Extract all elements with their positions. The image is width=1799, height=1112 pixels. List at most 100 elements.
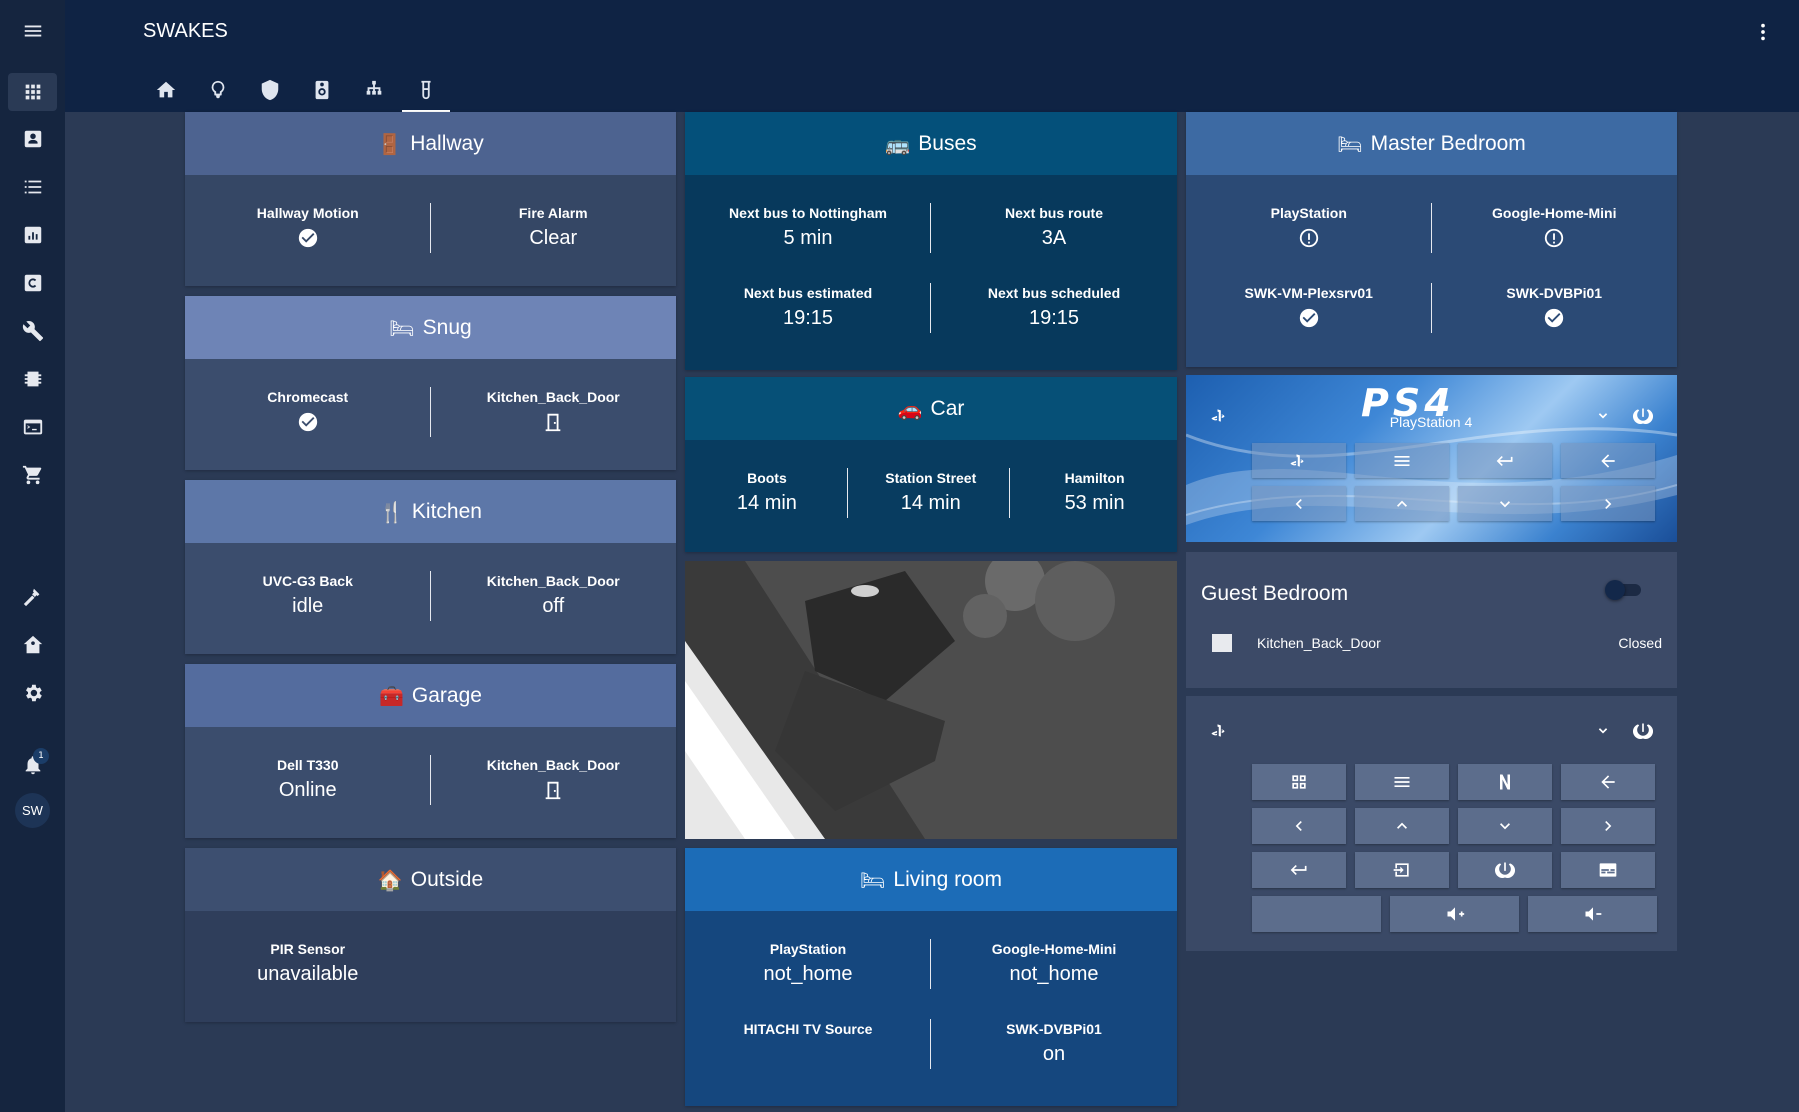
swk-vm-plexsrv01-entity[interactable]: SWK-VM-Plexsrv01 — [1186, 285, 1432, 334]
tab-security[interactable] — [244, 68, 296, 112]
left-button[interactable] — [1252, 808, 1346, 844]
menu-button[interactable] — [1355, 443, 1449, 478]
sidebar-item-supervisor[interactable] — [8, 626, 57, 664]
menu-icon — [1394, 777, 1410, 787]
living-room-card: 🛏 Living room PlayStation not_home Googl… — [685, 848, 1177, 1106]
next-bus-route-entity[interactable]: Next bus route 3A — [931, 205, 1177, 250]
back-button[interactable] — [1561, 764, 1655, 800]
avatar[interactable]: SW — [15, 793, 50, 828]
car-icon: 🚗 — [897, 396, 923, 421]
remote-card — [1186, 696, 1677, 951]
sidebar: 1 SW — [0, 0, 65, 1112]
input-source-button[interactable] — [1355, 852, 1449, 888]
hitachi-tv-source-entity[interactable]: HITACHI TV Source — [685, 1021, 931, 1043]
card-title: Garage — [411, 683, 482, 707]
playstation-entity[interactable]: PlayStation — [1186, 205, 1432, 254]
sidebar-item-developer-tools[interactable] — [8, 578, 57, 616]
check-circle-icon — [1545, 308, 1564, 328]
sidebar-item-settings[interactable] — [8, 674, 57, 712]
sidebar-item-logbook[interactable] — [8, 168, 57, 206]
google-home-mini-entity[interactable]: Google-Home-Mini — [1432, 205, 1678, 254]
kitchen-back-door-entity[interactable]: Kitchen_Back_Door — [431, 389, 677, 438]
camera-feed[interactable] — [685, 561, 1177, 839]
menu-button[interactable] — [8, 12, 57, 50]
tab-media[interactable] — [296, 68, 348, 112]
remote-row-4 — [1252, 896, 1657, 932]
chevron-up-icon — [1397, 500, 1407, 507]
sidebar-item-tools[interactable] — [8, 312, 57, 350]
volume-up-button[interactable] — [1390, 896, 1519, 932]
guest-bedroom-toggle[interactable] — [1605, 580, 1641, 600]
ps4-power-button[interactable] — [1631, 404, 1655, 428]
ps4-button-row-1 — [1252, 443, 1655, 478]
sidebar-item-map[interactable] — [8, 120, 57, 158]
entity-name[interactable]: Kitchen_Back_Door — [1257, 635, 1381, 651]
divider — [1009, 468, 1010, 518]
menu-button[interactable] — [1355, 764, 1449, 800]
kitchen-back-door-entity[interactable]: Kitchen_Back_Door — [431, 757, 677, 806]
collapse-button[interactable] — [1591, 404, 1615, 428]
camera-image — [685, 561, 1177, 839]
next-bus-nottingham-entity[interactable]: Next bus to Nottingham 5 min — [685, 205, 931, 250]
sidebar-item-history[interactable] — [8, 216, 57, 254]
swk-dvbpi01-entity[interactable]: SWK-DVBPi01 on — [931, 1021, 1177, 1066]
sidebar-item-overview[interactable] — [8, 73, 57, 111]
kitchen-back-door-entity[interactable]: Kitchen_Back_Door off — [431, 573, 677, 618]
chromecast-entity[interactable]: Chromecast — [185, 389, 431, 438]
sidebar-item-shopping-list[interactable] — [8, 456, 57, 494]
down-button[interactable] — [1458, 808, 1552, 844]
volume-down-button[interactable] — [1528, 896, 1657, 932]
sidebar-item-notifications[interactable]: 1 — [8, 746, 57, 784]
door-closed-icon — [545, 781, 561, 800]
pir-sensor-entity[interactable]: PIR Sensor unavailable — [185, 941, 431, 986]
sidebar-item-terminal[interactable] — [8, 408, 57, 446]
menu-icon — [1394, 455, 1410, 466]
fire-alarm-entity[interactable]: Fire Alarm Clear — [431, 205, 677, 250]
collapse-button[interactable] — [1591, 719, 1615, 743]
remote-row-2 — [1252, 808, 1655, 844]
up-button[interactable] — [1355, 486, 1449, 521]
tab-home[interactable] — [140, 68, 192, 112]
hamilton-entity[interactable]: Hamilton 53 min — [1013, 470, 1177, 515]
sidebar-item-hacs[interactable] — [8, 360, 57, 398]
tab-network[interactable] — [348, 68, 400, 112]
ps-button[interactable] — [1252, 443, 1346, 478]
tab-lights[interactable] — [192, 68, 244, 112]
tab-test[interactable] — [400, 68, 452, 112]
blank-button[interactable] — [1252, 896, 1381, 932]
uvc-g3-back-entity[interactable]: UVC-G3 Back idle — [185, 573, 431, 618]
power-icon — [1495, 862, 1515, 878]
dell-t330-entity[interactable]: Dell T330 Online — [185, 757, 431, 802]
test-tube-icon — [421, 80, 431, 100]
chevron-left-icon — [1295, 498, 1302, 509]
subtitles-button[interactable] — [1561, 852, 1655, 888]
left-button[interactable] — [1252, 486, 1346, 521]
up-button[interactable] — [1355, 808, 1449, 844]
enter-button[interactable] — [1252, 852, 1346, 888]
alert-circle-icon — [1545, 228, 1564, 248]
playstation-entity[interactable]: PlayStation not_home — [685, 941, 931, 986]
power-button[interactable] — [1458, 852, 1552, 888]
buses-card: 🚌 Buses Next bus to Nottingham 5 min Nex… — [685, 112, 1177, 370]
google-home-mini-entity[interactable]: Google-Home-Mini not_home — [931, 941, 1177, 986]
remote-power-button[interactable] — [1631, 719, 1655, 743]
down-button[interactable] — [1458, 486, 1552, 521]
garage-card: 🧰 Garage Dell T330 Online Kitchen_Back_D… — [185, 664, 676, 838]
swk-dvbpi01-entity[interactable]: SWK-DVBPi01 — [1432, 285, 1678, 334]
menu-icon — [24, 25, 41, 37]
sidebar-item-configurator[interactable] — [8, 264, 57, 302]
right-button[interactable] — [1561, 486, 1655, 521]
chip-icon — [24, 371, 41, 387]
station-street-entity[interactable]: Station Street 14 min — [849, 470, 1013, 515]
next-bus-scheduled-entity[interactable]: Next bus scheduled 19:15 — [931, 285, 1177, 330]
right-button[interactable] — [1561, 808, 1655, 844]
enter-button[interactable] — [1458, 443, 1552, 478]
lan-icon — [366, 80, 382, 95]
back-button[interactable] — [1561, 443, 1655, 478]
next-bus-estimated-entity[interactable]: Next bus estimated 19:15 — [685, 285, 931, 330]
overflow-menu-button[interactable] — [1751, 20, 1775, 44]
boots-entity[interactable]: Boots 14 min — [685, 470, 849, 515]
apps-button[interactable] — [1252, 764, 1346, 800]
netflix-button[interactable] — [1458, 764, 1552, 800]
hallway-motion-entity[interactable]: Hallway Motion — [185, 205, 431, 254]
